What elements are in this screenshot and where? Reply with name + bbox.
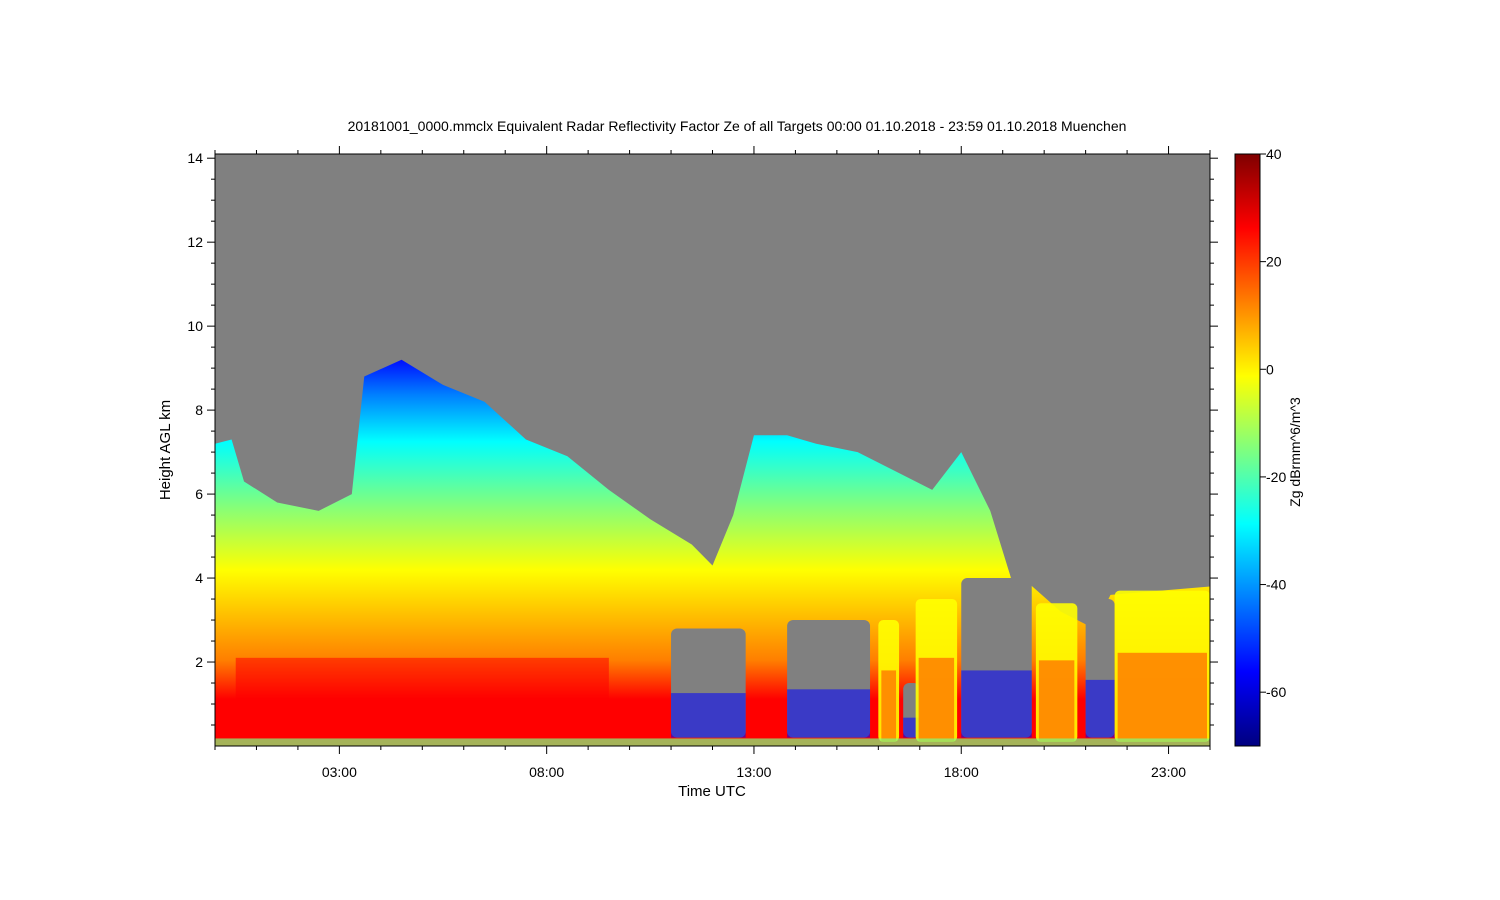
y-axis-label: Height AGL km bbox=[157, 400, 174, 500]
noise-speckle bbox=[961, 670, 1032, 738]
colorbar-tick-label: 0 bbox=[1266, 361, 1274, 377]
colorbar-tick-label: -20 bbox=[1266, 469, 1286, 485]
x-tick-label: 13:00 bbox=[736, 764, 771, 780]
surface-strip bbox=[215, 738, 1210, 746]
x-tick-label: 18:00 bbox=[944, 764, 979, 780]
x-tick-label: 03:00 bbox=[322, 764, 357, 780]
y-tick-label: 6 bbox=[195, 486, 203, 502]
noise-speckle bbox=[1085, 679, 1115, 738]
colorbar: 40 20 0 -20 -40 -60 bbox=[1234, 146, 1286, 747]
y-tick-label: 10 bbox=[187, 318, 203, 334]
y-tick-label: 2 bbox=[195, 654, 203, 670]
radar-reflectivity-chart: 20181001_0000.mmclx Equivalent Radar Ref… bbox=[157, 118, 1303, 800]
x-tick-label: 08:00 bbox=[529, 764, 564, 780]
echo-column-core bbox=[918, 657, 955, 742]
echo-column-core bbox=[1117, 652, 1207, 742]
y-tick-label: 14 bbox=[187, 150, 203, 166]
y-tick-label: 12 bbox=[187, 234, 203, 250]
colorbar-label: Zg dBrmm^6/m^3 bbox=[1287, 397, 1303, 507]
echo-column-core bbox=[881, 670, 897, 742]
low-level-maximum-band bbox=[235, 657, 609, 730]
colorbar-gradient bbox=[1234, 153, 1261, 747]
x-axis-label: Time UTC bbox=[678, 783, 746, 800]
echo-column-core bbox=[1038, 660, 1075, 742]
colorbar-tick-label: -60 bbox=[1266, 684, 1286, 700]
y-tick-label: 4 bbox=[195, 570, 203, 586]
colorbar-tick-label: -40 bbox=[1266, 577, 1286, 593]
x-tick-label: 23:00 bbox=[1151, 764, 1186, 780]
noise-speckle bbox=[787, 689, 871, 738]
chart-title: 20181001_0000.mmclx Equivalent Radar Ref… bbox=[348, 118, 1127, 134]
y-tick-label: 8 bbox=[195, 402, 203, 418]
colorbar-tick-label: 20 bbox=[1266, 254, 1282, 270]
noise-speckle bbox=[671, 693, 746, 738]
colorbar-tick-label: 40 bbox=[1266, 146, 1282, 162]
plot-area bbox=[215, 154, 1210, 746]
